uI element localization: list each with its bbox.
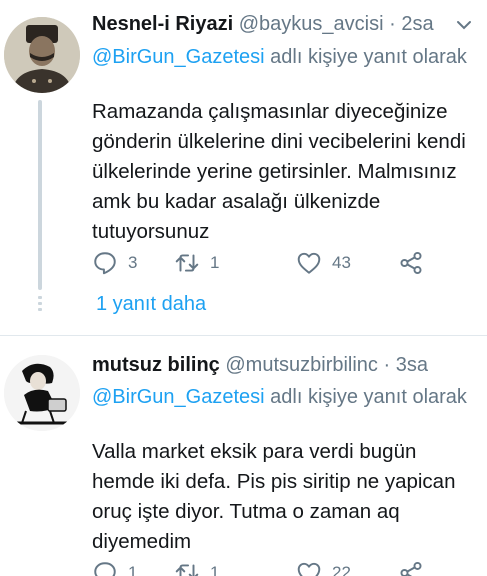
replying-to: @BirGun_Gazetesi adlı kişiye yanıt olara… (92, 384, 472, 411)
like-button[interactable]: 22 (296, 558, 351, 576)
avatar-photo (4, 355, 80, 431)
display-name[interactable]: mutsuz bilinç (92, 354, 220, 376)
user-handle[interactable]: @mutsuzbirbilinc (225, 354, 378, 376)
avatar[interactable] (4, 355, 80, 431)
mention-link[interactable]: @BirGun_Gazetesi (92, 386, 265, 408)
heart-icon (297, 562, 321, 576)
retweet-icon (175, 564, 199, 576)
share-button[interactable] (398, 558, 434, 576)
like-count: 22 (332, 563, 351, 576)
share-icon (400, 561, 422, 576)
retweet-count: 1 (210, 563, 220, 576)
tweet-header: mutsuz bilinç @mutsuzbirbilinc · 3sa (92, 352, 428, 378)
replying-suffix: adlı kişiye yanıt olarak (264, 386, 467, 408)
timestamp[interactable]: 3sa (396, 354, 428, 376)
retweet-button[interactable]: 1 (174, 558, 219, 576)
separator: · (383, 354, 391, 376)
tweet-2[interactable]: mutsuz bilinç @mutsuzbirbilinc · 3sa @Bi… (0, 0, 487, 576)
tweet-actions: 1 1 22 (92, 558, 432, 576)
reply-count: 1 (128, 563, 138, 576)
reply-icon (94, 562, 116, 576)
reply-button[interactable]: 1 (92, 558, 137, 576)
tweet-text: Valla market eksik para verdi bugün hemd… (92, 440, 456, 553)
